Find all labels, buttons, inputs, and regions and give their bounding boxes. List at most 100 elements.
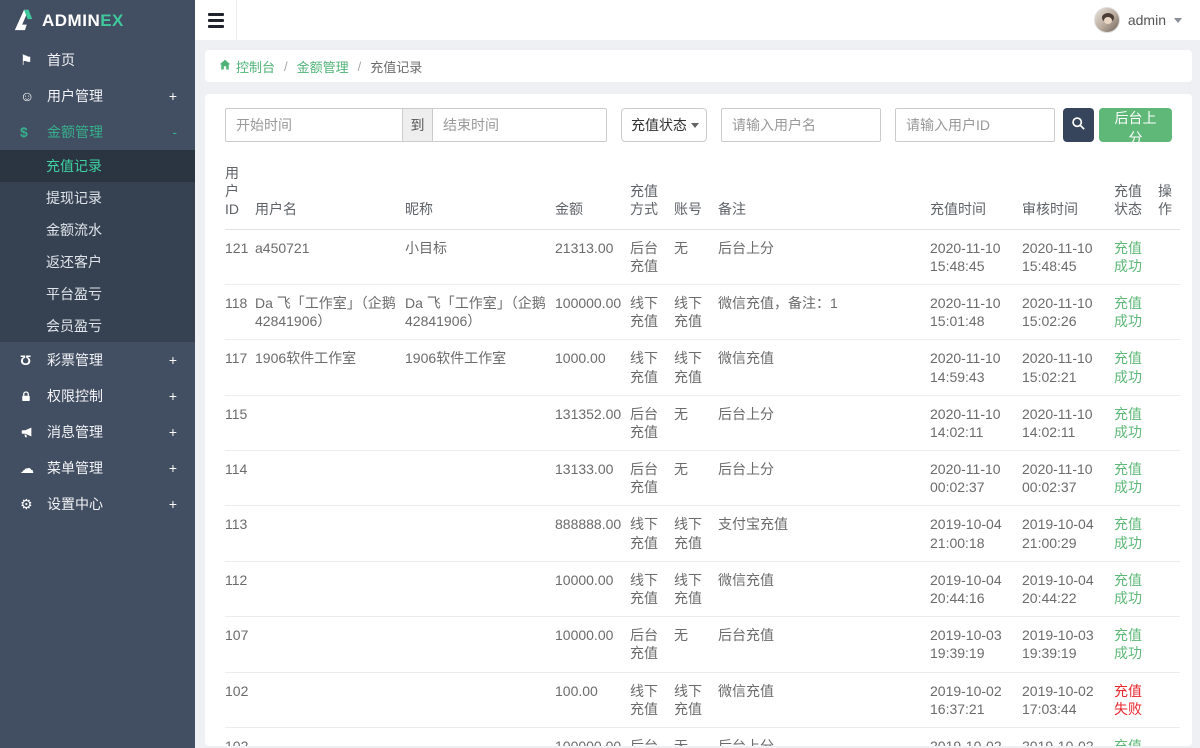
date-range-group: 到 [225, 108, 607, 142]
breadcrumb-separator: / [358, 59, 362, 74]
cell-action [1158, 284, 1180, 339]
recharge-status-select[interactable]: 充值状态 [621, 108, 707, 142]
cell-audit_time: 2020-11-10 14:02:11 [1022, 395, 1114, 450]
table-row: 11210000.00线下充值线下充值微信充值2019-10-04 20:44:… [225, 561, 1180, 616]
cell-remark: 支付宝充值 [718, 506, 930, 561]
cell-amount: 21313.00 [555, 229, 630, 284]
cell-nickname: Da 飞「工作室」（企鹅 42841906） [405, 284, 555, 339]
cell-amount: 10000.00 [555, 561, 630, 616]
start-time-input[interactable] [225, 108, 403, 142]
hamburger-menu-button[interactable] [195, 0, 237, 40]
cell-recharge_time: 2019-10-02 16:31:41 [930, 727, 1022, 746]
dollar-icon: $ [20, 124, 47, 140]
sidebar-subitem-recharge-records[interactable]: 充值记录 [0, 150, 195, 182]
table-row: 121a450721小目标21313.00后台充值无后台上分2020-11-10… [225, 229, 1180, 284]
cell-amount: 100000.00 [555, 284, 630, 339]
brand-logo: ADMINEX [0, 0, 195, 42]
cell-remark: 后台上分 [718, 229, 930, 284]
cell-status: 充值成功 [1114, 727, 1158, 746]
cell-status: 充值成功 [1114, 561, 1158, 616]
cell-amount: 10000.00 [555, 617, 630, 672]
table-row: 11413133.00后台充值无后台上分2020-11-10 00:02:372… [225, 451, 1180, 506]
plus-icon: + [169, 388, 177, 404]
breadcrumb-separator: / [284, 59, 288, 74]
cell-remark: 微信充值，备注：1 [718, 284, 930, 339]
sidebar-item-user-management[interactable]: ☺ 用户管理 + [0, 78, 195, 114]
sidebar-item-label: 权限控制 [47, 386, 169, 406]
sidebar-item-message-management[interactable]: 消息管理 + [0, 414, 195, 450]
gear-icon: ⚙ [20, 496, 47, 513]
cell-account: 无 [674, 451, 718, 506]
cell-method: 线下充值 [630, 284, 674, 339]
cell-method: 线下充值 [630, 506, 674, 561]
recharge-records-card: 到 充值状态 后台上分 用户ID用户名昵称金额充值方式账号备注充值时间审 [205, 94, 1192, 746]
username-input[interactable] [721, 108, 881, 142]
user-menu[interactable]: admin [1094, 7, 1200, 33]
plus-icon: + [169, 460, 177, 476]
cell-username [255, 451, 405, 506]
cell-remark: 微信充值 [718, 561, 930, 616]
cell-username [255, 395, 405, 450]
sidebar-item-menu-management[interactable]: ☁ 菜单管理 + [0, 450, 195, 486]
status-badge: 充值成功 [1114, 572, 1142, 606]
sidebar-subitem-amount-flow[interactable]: 金额流水 [0, 214, 195, 246]
cell-id: 113 [225, 506, 255, 561]
sidebar-subitem-member-pnl[interactable]: 会员盈亏 [0, 310, 195, 342]
main-content: 控制台 / 金额管理 / 充值记录 到 充值状态 [195, 40, 1200, 746]
cell-audit_time: 2020-11-10 00:02:37 [1022, 451, 1114, 506]
end-time-input[interactable] [433, 108, 607, 142]
cell-status: 充值成功 [1114, 395, 1158, 450]
cell-username: Da 飞「工作室」（企鹅 42841906） [255, 284, 405, 339]
sidebar-subitem-withdraw-records[interactable]: 提现记录 [0, 182, 195, 214]
home-icon [219, 59, 231, 74]
sidebar-subitem-platform-pnl[interactable]: 平台盈亏 [0, 278, 195, 310]
cell-remark: 微信充值 [718, 340, 930, 395]
sidebar-item-label: 用户管理 [47, 86, 169, 106]
column-header-action: 操作 [1158, 160, 1180, 229]
status-badge: 充值成功 [1114, 240, 1142, 274]
cell-remark: 后台上分 [718, 395, 930, 450]
cell-account: 线下充值 [674, 284, 718, 339]
cell-username [255, 727, 405, 746]
sidebar-item-settings-center[interactable]: ⚙ 设置中心 + [0, 486, 195, 522]
sidebar-item-amount-management[interactable]: $ 金额管理 - [0, 114, 195, 150]
cell-nickname [405, 727, 555, 746]
table-row: 1171906软件工作室1906软件工作室1000.00线下充值线下充值微信充值… [225, 340, 1180, 395]
plus-icon: + [169, 424, 177, 440]
sidebar-item-lottery-management[interactable]: Ʊ 彩票管理 + [0, 342, 195, 378]
cell-action [1158, 451, 1180, 506]
sidebar-item-home[interactable]: ⚑ 首页 [0, 42, 195, 78]
lock-icon [20, 390, 47, 403]
sidebar-item-label: 彩票管理 [47, 350, 169, 370]
breadcrumb-amount-link[interactable]: 金额管理 [297, 57, 349, 76]
sidebar-item-permission-control[interactable]: 权限控制 + [0, 378, 195, 414]
cell-account: 无 [674, 617, 718, 672]
cell-id: 107 [225, 617, 255, 672]
userid-input[interactable] [895, 108, 1055, 142]
status-badge: 充值成功 [1114, 627, 1142, 661]
cell-audit_time: 2019-10-02 17:03:44 [1022, 672, 1114, 727]
breadcrumb-current: 充值记录 [370, 57, 422, 76]
cell-account: 线下充值 [674, 672, 718, 727]
breadcrumb-console-link[interactable]: 控制台 [219, 57, 275, 76]
breadcrumb: 控制台 / 金额管理 / 充值记录 [205, 50, 1192, 82]
cell-method: 后台充值 [630, 617, 674, 672]
cell-id: 118 [225, 284, 255, 339]
cell-id: 121 [225, 229, 255, 284]
cell-method: 后台充值 [630, 395, 674, 450]
cell-id: 117 [225, 340, 255, 395]
cell-status: 充值成功 [1114, 617, 1158, 672]
search-button[interactable] [1063, 108, 1094, 142]
backend-credit-button[interactable]: 后台上分 [1099, 108, 1172, 142]
cell-method: 后台充值 [630, 229, 674, 284]
cell-audit_time: 2019-10-04 20:44:22 [1022, 561, 1114, 616]
cell-status: 充值成功 [1114, 340, 1158, 395]
search-icon [1071, 116, 1086, 134]
table-row: 10710000.00后台充值无后台充值2019-10-03 19:39:192… [225, 617, 1180, 672]
status-badge: 充值成功 [1114, 461, 1142, 495]
sidebar-subitem-return-customer[interactable]: 返还客户 [0, 246, 195, 278]
cell-account: 无 [674, 727, 718, 746]
cell-method: 线下充值 [630, 340, 674, 395]
cell-method: 线下充值 [630, 561, 674, 616]
table-row: 115131352.00后台充值无后台上分2020-11-10 14:02:11… [225, 395, 1180, 450]
